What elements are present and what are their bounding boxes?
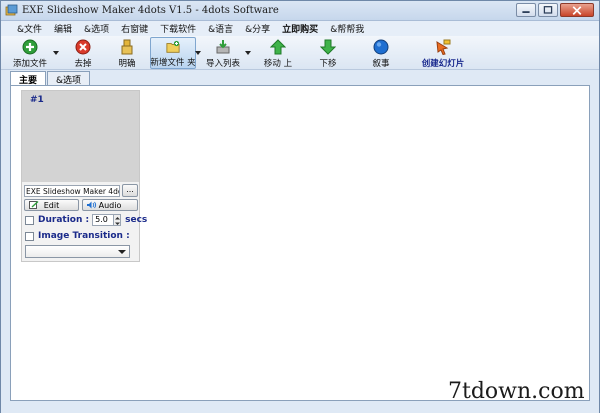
menu-language[interactable]: &语言 [202,22,239,35]
duration-checkbox[interactable] [25,215,34,225]
move-up-label: 移动 上 [263,59,293,69]
slide-card[interactable]: #1 EXE Slideshow Maker 4dots.lnk ... Edi… [21,90,147,262]
remove-label: 去掉 [74,59,92,69]
move-down-button[interactable]: 下移 [317,37,339,69]
menu-options[interactable]: &选项 [78,22,115,35]
transition-row: Image Transition : [25,231,130,241]
menu-file[interactable]: &文件 [11,22,48,35]
slide-thumbnail[interactable]: #1 [22,91,139,182]
import-list-dropdown-icon[interactable] [245,50,251,56]
globe-icon [373,39,389,55]
slide-number: #1 [30,95,44,105]
duration-unit: secs [125,215,148,225]
audio-label: Audio [98,200,122,210]
story-button[interactable]: 叙事 [370,37,392,69]
create-slideshow-icon [436,39,451,55]
menu-context[interactable]: 右窗键 [115,22,154,35]
app-icon [5,4,18,16]
audio-button[interactable]: Audio [82,199,138,211]
create-slideshow-button[interactable]: 创建幻灯片 [421,37,465,69]
folder-add-icon [166,40,180,53]
speaker-icon [87,201,97,209]
title-bar[interactable]: EXE Slideshow Maker 4dots V1.5 - 4dots S… [1,1,599,21]
minimize-button[interactable] [516,3,536,17]
close-button[interactable] [560,3,594,17]
clear-label: 明确 [118,59,136,69]
browse-button[interactable]: ... [122,184,138,197]
menu-edit[interactable]: 编辑 [48,22,78,35]
slide-path-field[interactable]: EXE Slideshow Maker 4dots.lnk [24,185,120,197]
toolbar: 添加文件 去掉 明确 新增文件 夹 导入列表 移动 上 下移 叙事 创建幻灯片 [1,36,599,70]
add-icon [22,39,38,55]
chevron-down-icon [118,250,126,254]
arrow-up-icon [270,39,286,55]
move-up-button[interactable]: 移动 上 [263,37,293,69]
add-file-dropdown-icon[interactable] [53,50,59,56]
duration-input[interactable]: 5.0 [92,214,115,226]
edit-button[interactable]: Edit [24,199,79,211]
minimize-icon [522,11,530,13]
remove-button[interactable]: 去掉 [69,37,97,69]
arrow-down-icon [320,39,336,55]
clear-button[interactable]: 明确 [113,37,141,69]
tab-options[interactable]: &选项 [47,71,91,86]
remove-icon [75,39,91,55]
spinner-arrows-icon [115,217,121,225]
duration-label: Duration : [38,215,90,225]
import-list-button[interactable]: 导入列表 [204,37,242,69]
menu-help[interactable]: &帮帮我 [324,22,370,35]
menu-buy-now[interactable]: 立即购买 [276,22,324,35]
add-file-button[interactable]: 添加文件 [11,37,49,69]
app-window: EXE Slideshow Maker 4dots V1.5 - 4dots S… [0,0,600,413]
menu-bar: &文件 编辑 &选项 右窗键 下载软件 &语言 &分享 立即购买 &帮帮我 [1,21,599,36]
maximize-button[interactable] [538,3,558,17]
create-slideshow-label: 创建幻灯片 [421,59,465,69]
edit-label: Edit [43,200,60,210]
clear-icon [121,39,133,55]
transition-label: Image Transition : [38,231,130,241]
window-title: EXE Slideshow Maker 4dots V1.5 - 4dots S… [22,5,279,16]
menu-download[interactable]: 下载软件 [154,22,202,35]
transition-select[interactable] [25,245,130,258]
edit-icon [29,201,39,209]
move-down-label: 下移 [319,59,337,69]
duration-stepper[interactable] [114,214,122,226]
tab-strip: 主要 &选项 [10,71,91,86]
slides-panel: #1 EXE Slideshow Maker 4dots.lnk ... Edi… [10,85,590,401]
maximize-icon [543,6,553,14]
add-file-label: 添加文件 [12,59,47,69]
duration-row: Duration : 5.0 secs [25,214,147,226]
status-bar [1,403,599,413]
new-folder-label: 新增文件 夹 [150,58,196,68]
close-icon [572,6,582,15]
new-folder-dropdown-icon[interactable] [195,50,201,56]
new-folder-button[interactable]: 新增文件 夹 [150,37,196,69]
menu-share[interactable]: &分享 [239,22,276,35]
story-label: 叙事 [372,59,390,69]
watermark: 7tdown.com [448,379,585,404]
tab-main[interactable]: 主要 [10,71,47,86]
transition-checkbox[interactable] [25,231,34,241]
import-list-icon [216,40,230,54]
import-list-label: 导入列表 [205,59,240,69]
